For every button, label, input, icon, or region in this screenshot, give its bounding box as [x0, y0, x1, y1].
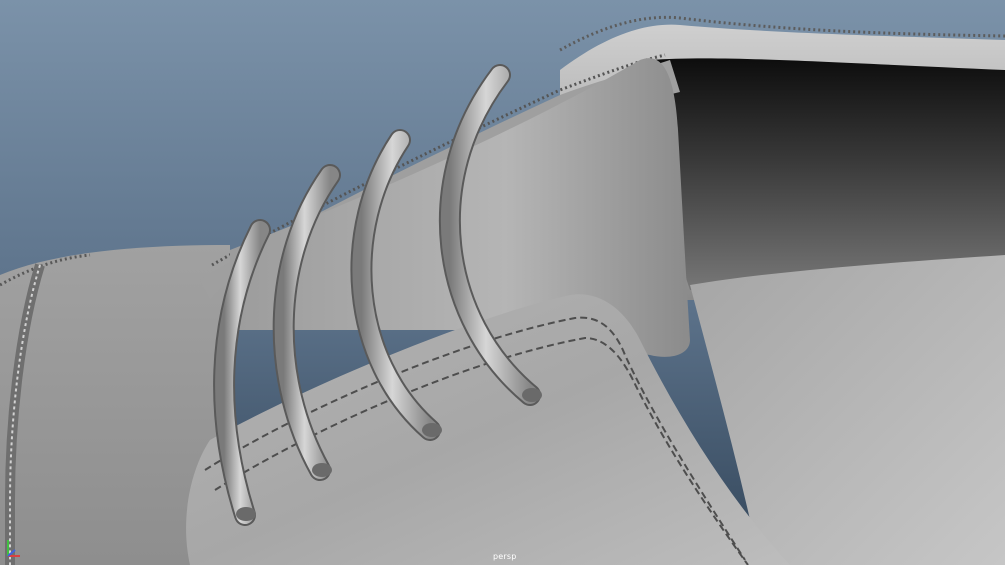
view-axis-gizmo: [7, 540, 20, 557]
camera-name-label: persp: [493, 552, 517, 561]
viewport-scene[interactable]: [0, 0, 1005, 565]
viewport-3d-panel[interactable]: persp: [0, 0, 1005, 565]
